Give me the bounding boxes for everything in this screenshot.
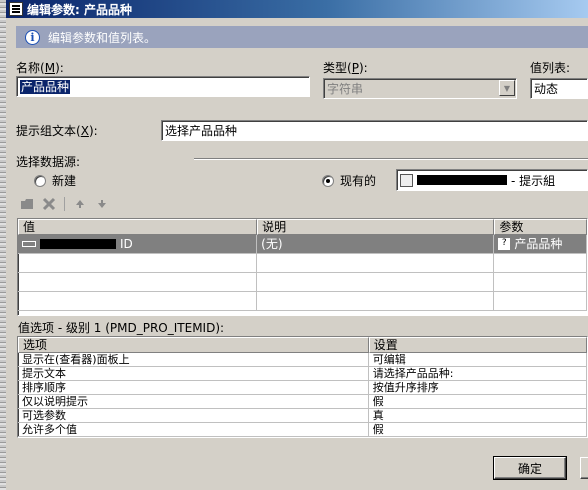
radio-existing-circle[interactable] [322,174,334,187]
table-row[interactable] [18,292,587,311]
list-item[interactable]: 仅以说明提示 假 [18,395,587,409]
redacted-text [417,175,507,185]
param-cell-value: 产品品种 [514,237,563,251]
info-icon: i [25,29,40,45]
name-label: 名称(M): [16,61,64,75]
list-item[interactable]: 提示文本 请选择产品品种: [18,367,587,381]
option-setting[interactable]: 假 [368,395,587,409]
option-name: 提示文本 [18,367,369,381]
list-item[interactable]: 排序顺序 按值升序排序 [18,381,587,395]
value-cell-suffix: ID [120,237,133,251]
existing-prompt-group-select[interactable]: - 提示組 [396,169,588,191]
option-name: 允许多个值 [18,423,369,437]
description-cell: (无) [257,235,495,254]
column-header-option[interactable]: 选项 [18,337,369,353]
info-banner-text: 编辑参数和值列表。 [48,30,157,45]
cancel-button-partial[interactable] [580,457,588,479]
option-name: 排序顺序 [18,381,369,395]
dialog-app-icon [9,2,23,16]
list-item[interactable]: 可选参数 真 [18,409,587,423]
value-list-select[interactable]: 动态 [530,78,588,99]
radio-new-circle[interactable] [34,174,46,187]
option-setting[interactable]: 按值升序排序 [368,381,587,395]
toolbar-separator [64,197,65,211]
prompt-group-text-input[interactable]: 选择产品品种 [161,120,588,141]
type-dropdown-arrow-icon[interactable]: ▼ [499,80,515,96]
option-setting[interactable]: 真 [368,409,587,423]
option-setting[interactable]: 假 [368,423,587,437]
table-row[interactable] [18,273,587,292]
value-list-label: 值列表: [530,61,571,75]
value-options-label: 值选项 - 级别 1 (PMD_PRO_ITEMID): [18,321,225,335]
redacted-text [40,239,116,249]
radio-existing-label: 现有的 [340,174,377,188]
values-table: 值 说明 参数 ID (无) ? 产品品种 [17,218,588,316]
type-select[interactable]: 字符串 [323,78,517,99]
radio-new-label: 新建 [52,174,77,188]
option-name: 仅以说明提示 [18,395,369,409]
move-up-icon[interactable] [71,195,89,213]
option-name: 显示在(查看器)面板上 [18,353,369,367]
column-header-param[interactable]: 参数 [494,219,587,235]
prompt-group-text-label: 提示组文本(X): [16,124,98,138]
desktop-background-strip [0,0,6,490]
new-value-icon[interactable] [18,195,36,213]
type-select-value: 字符串 [327,82,364,96]
prompt-group-text-value: 选择产品品种 [165,124,238,138]
delete-value-icon[interactable] [40,195,58,213]
option-name: 可选参数 [18,409,369,423]
existing-prompt-group-suffix: - 提示組 [511,173,556,188]
values-table-header: 值 说明 参数 [18,219,587,235]
info-banner: i 编辑参数和值列表。 [16,26,588,48]
value-options-header: 选项 设置 [18,337,587,353]
option-setting[interactable]: 可编辑 [368,353,587,367]
value-list-select-value: 动态 [534,82,559,96]
radio-new[interactable]: 新建 [34,172,76,189]
name-input-value: 产品品种 [20,80,71,94]
list-item[interactable]: 允许多个值 假 [18,423,587,437]
value-options-table: 选项 设置 显示在(查看器)面板上 可编辑 提示文本 请选择产品品种: 排序顺序… [17,336,588,438]
list-item[interactable]: 显示在(查看器)面板上 可编辑 [18,353,587,367]
datasource-label: 选择数据源: [16,155,81,169]
window-title: 编辑参数: 产品品种 [27,2,132,17]
type-label: 类型(P): [323,61,368,75]
name-input[interactable]: 产品品种 [16,76,310,97]
value-field-icon [22,241,36,247]
move-down-icon[interactable] [93,195,111,213]
table-row[interactable]: ID (无) ? 产品品种 [18,235,587,254]
column-header-setting[interactable]: 设置 [368,337,587,353]
datasource-separator [194,158,588,160]
radio-existing[interactable]: 现有的 [322,172,376,189]
column-header-value[interactable]: 值 [18,219,258,235]
ok-button[interactable]: 确定 [493,456,567,480]
column-header-description[interactable]: 说明 [257,219,495,235]
value-cell: ID [18,235,258,254]
parameter-icon: ? [498,238,511,250]
param-cell: ? 产品品种 [494,235,587,254]
values-toolbar [18,195,111,213]
title-bar[interactable]: 编辑参数: 产品品种 [6,0,588,18]
table-row[interactable] [18,254,587,273]
prompt-group-icon [400,173,413,187]
option-setting[interactable]: 请选择产品品种: [368,367,587,381]
